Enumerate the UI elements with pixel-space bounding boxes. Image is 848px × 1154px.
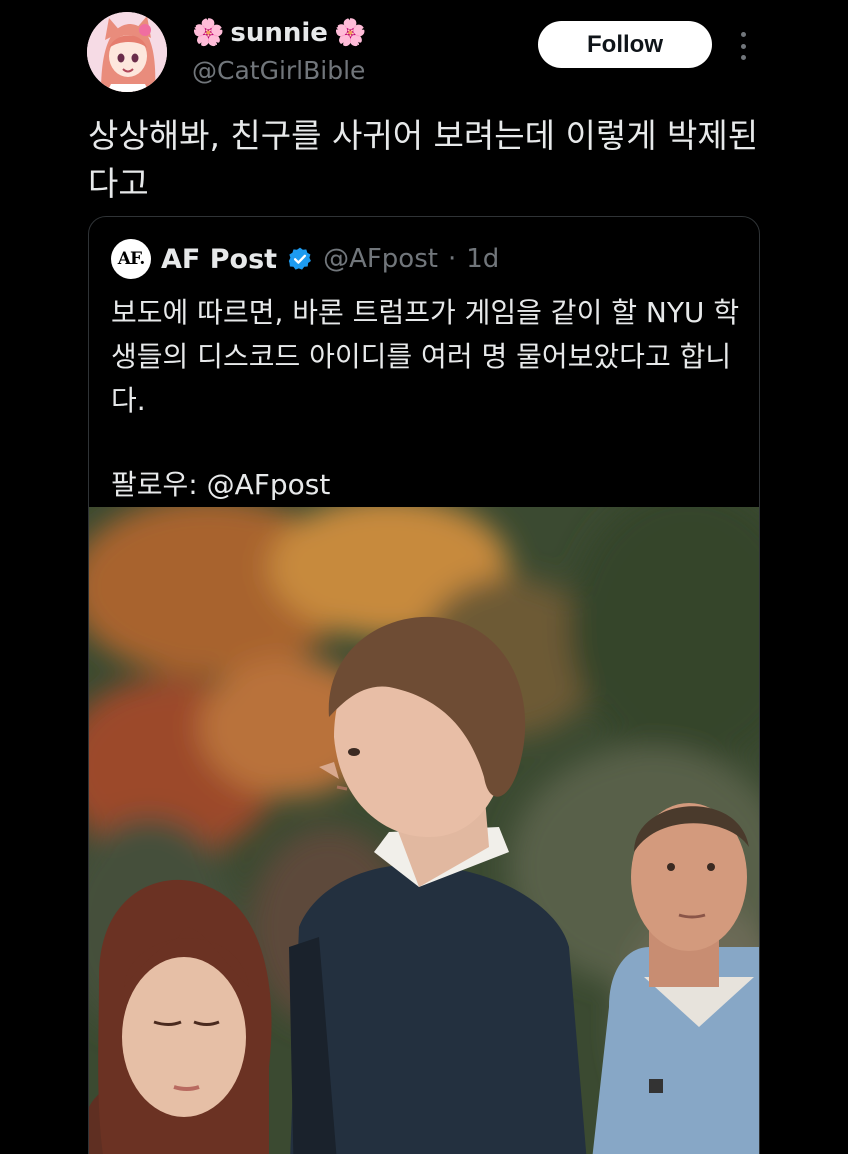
quoted-author-name[interactable]: AF Post [161, 244, 277, 275]
verified-badge-icon [288, 247, 312, 270]
author-display-name[interactable]: 🌸 sunnie 🌸 [192, 18, 366, 48]
quoted-timestamp[interactable]: 1d [466, 244, 499, 274]
author-name-text: sunnie [230, 18, 328, 48]
author-handle[interactable]: @CatGirlBible [192, 56, 365, 85]
follow-button[interactable]: Follow [538, 21, 712, 68]
tweet-view: 🌸 sunnie 🌸 @CatGirlBible Follow 상상해봐, 친구… [0, 0, 848, 1154]
more-vertical-icon[interactable] [735, 32, 751, 60]
quoted-author-handle[interactable]: @AFpost [323, 244, 438, 274]
tweet-text: 상상해봐, 친구를 사귀어 보려는데 이렇게 박제된다고 [88, 116, 759, 203]
cherry-blossom-icon: 🌸 [333, 18, 367, 48]
quoted-tweet-text: 보도에 따르면, 바론 트럼프가 게임을 같이 할 NYU 학생들의 디스코드 … [111, 296, 740, 417]
quoted-tweet-card[interactable]: AF. AF Post @AFpost · 1d 보도에 따르면, 바론 트럼프… [88, 216, 760, 1154]
author-avatar[interactable] [87, 12, 167, 92]
quoted-follow-line: 팔로우: @AFpost [111, 468, 331, 501]
anime-catgirl-avatar-icon [87, 12, 167, 92]
af-post-logo: AF. [111, 239, 151, 279]
dot-separator: · [447, 244, 457, 274]
quoted-tweet-body: 보도에 따르면, 바론 트럼프가 게임을 같이 할 NYU 학생들의 디스코드 … [111, 291, 741, 507]
quoted-tweet-header: AF. AF Post @AFpost · 1d [111, 239, 499, 279]
quoted-tweet-photo[interactable] [89, 507, 759, 1154]
street-photo-image [89, 507, 759, 1154]
cherry-blossom-icon: 🌸 [192, 18, 225, 48]
